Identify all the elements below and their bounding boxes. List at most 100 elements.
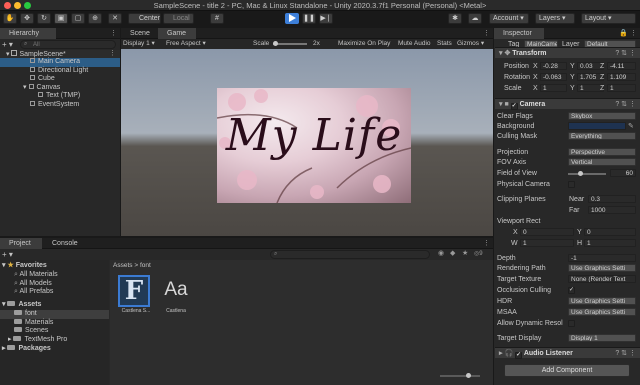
asset-tile[interactable]: F Castlena S...	[118, 275, 154, 315]
step-button[interactable]: ▶❘	[319, 13, 333, 24]
maximize-on-play-toggle[interactable]: Maximize On Play	[338, 39, 390, 49]
tab-console[interactable]: Console	[43, 238, 87, 249]
add-object-button[interactable]: + ▾	[2, 40, 13, 49]
filter-label-icon[interactable]: ◆	[450, 249, 455, 257]
custom-tool-icon[interactable]: ✕	[108, 13, 122, 24]
hdr-dropdown[interactable]: Use Graphics Setti	[568, 297, 636, 305]
aspect-dropdown[interactable]: Free Aspect ▾	[166, 39, 206, 49]
display-dropdown[interactable]: Display 1 ▾	[123, 39, 155, 49]
transform-z-input[interactable]: 1.109	[607, 73, 636, 81]
breadcrumb-root[interactable]: Assets	[113, 262, 133, 269]
tab-inspector[interactable]: Inspector	[494, 28, 544, 39]
hierarchy-item-canvas[interactable]: ▾ Canvas	[0, 83, 60, 93]
favorite-item[interactable]: ⌕ All Prefabs	[0, 288, 53, 297]
clear-flags-dropdown[interactable]: Skybox	[568, 112, 636, 120]
fov-slider[interactable]	[568, 171, 606, 176]
icon-size-slider-thumb[interactable]	[466, 373, 471, 378]
tab-scene[interactable]: Scene	[121, 28, 157, 39]
panel-menu-icon[interactable]: ⋮	[483, 29, 490, 37]
panel-menu-icon[interactable]: ⋮	[630, 29, 637, 37]
fov-axis-dropdown[interactable]: Vertical	[568, 158, 636, 166]
viewport-h-input[interactable]: 1	[584, 239, 636, 247]
create-asset-button[interactable]: + ▾	[2, 250, 13, 259]
transform-x-input[interactable]: -0.063	[540, 73, 567, 81]
eyedropper-icon[interactable]: ✎	[628, 122, 634, 130]
scale-slider-thumb[interactable]	[273, 41, 278, 46]
filter-type-icon[interactable]: ◉	[438, 249, 444, 257]
fov-input[interactable]: 60	[610, 169, 636, 177]
asset-tile[interactable]: Aa Castlena	[158, 275, 194, 315]
hierarchy-search-input[interactable]: ⌕ All	[20, 40, 116, 49]
collab-icon[interactable]: ✱	[448, 13, 462, 24]
target-display-dropdown[interactable]: Display 1	[568, 334, 636, 342]
occlusion-culling-checkbox[interactable]: ✓	[568, 287, 575, 294]
near-input[interactable]: 0.3	[588, 195, 636, 203]
gizmos-dropdown[interactable]: Gizmos ▾	[457, 39, 484, 49]
depth-input[interactable]: -1	[568, 254, 636, 262]
play-button[interactable]	[285, 13, 299, 24]
breadcrumb-leaf[interactable]: font	[140, 262, 151, 269]
folder-item-materials[interactable]: Materials	[0, 318, 53, 328]
mute-audio-toggle[interactable]: Mute Audio	[398, 39, 431, 49]
pause-button[interactable]: ❚❚	[302, 13, 316, 24]
component-menu-icon[interactable]: ? ⇅ ⋮	[615, 99, 636, 110]
grid-snap-icon[interactable]: #	[210, 13, 224, 24]
component-menu-icon[interactable]: ? ⇅ ⋮	[615, 348, 636, 359]
camera-header[interactable]: ▾ ■ ✓ Camera ? ⇅ ⋮	[495, 98, 640, 110]
scale-tool-icon[interactable]: ▣	[54, 13, 68, 24]
add-component-button[interactable]: Add Component	[504, 364, 630, 377]
physical-camera-checkbox[interactable]	[568, 181, 575, 188]
hierarchy-item-main-camera[interactable]: Main Camera	[0, 58, 120, 67]
favorite-item[interactable]: ⌕ All Materials	[0, 271, 58, 280]
culling-mask-dropdown[interactable]: Everything	[568, 132, 636, 140]
favorite-item[interactable]: ⌕ All Models	[0, 280, 52, 289]
target-texture-field[interactable]: None (Render Text	[568, 275, 636, 283]
packages-row[interactable]: ▸ Packages	[0, 345, 51, 354]
folder-item-textmesh-pro[interactable]: ▸ TextMesh Pro	[0, 335, 67, 345]
msaa-dropdown[interactable]: Use Graphics Setti	[568, 308, 636, 316]
hierarchy-item-cube[interactable]: Cube	[0, 75, 55, 84]
move-tool-icon[interactable]: ✥	[20, 13, 34, 24]
icon-size-slider[interactable]	[440, 373, 480, 378]
transform-z-input[interactable]: -4.11	[607, 62, 636, 70]
pivot-toggle-button[interactable]: Center	[128, 13, 161, 24]
component-menu-icon[interactable]: ? ⇅ ⋮	[615, 48, 636, 59]
background-color-swatch[interactable]	[568, 122, 626, 130]
tab-hierarchy[interactable]: Hierarchy	[0, 28, 56, 39]
rotate-tool-icon[interactable]: ↻	[37, 13, 51, 24]
lock-icon[interactable]: 🔒	[619, 29, 628, 37]
dynamic-resolution-checkbox[interactable]	[568, 320, 575, 327]
fov-slider-thumb[interactable]	[578, 171, 584, 176]
far-input[interactable]: 1000	[588, 206, 636, 214]
cloud-icon[interactable]: ☁	[468, 13, 482, 24]
space-toggle-button[interactable]: Local	[163, 13, 194, 24]
audio-listener-header[interactable]: ▸ 🎧 ✓ Audio Listener ? ⇅ ⋮	[495, 347, 640, 359]
transform-tool-icon[interactable]: ⊕	[88, 13, 102, 24]
transform-z-input[interactable]: 1	[607, 84, 636, 92]
viewport-y-input[interactable]: 0	[584, 228, 636, 236]
layout-dropdown[interactable]: Layout ▾	[581, 13, 636, 24]
favorites-row[interactable]: ▾ ★ Favorites	[0, 262, 47, 271]
viewport-w-input[interactable]: 1	[520, 239, 574, 247]
rect-tool-icon[interactable]: ▢	[71, 13, 85, 24]
panel-menu-icon[interactable]: ⋮	[483, 239, 490, 247]
scale-slider[interactable]	[273, 41, 307, 46]
project-search-input[interactable]: ⌕	[270, 250, 430, 259]
transform-x-input[interactable]: 1	[540, 84, 567, 92]
panel-menu-icon[interactable]: ⋮	[110, 29, 117, 37]
layers-dropdown[interactable]: Layers ▾	[535, 13, 575, 24]
stats-toggle[interactable]: Stats	[437, 39, 452, 49]
account-dropdown[interactable]: Account ▾	[489, 13, 529, 24]
folder-item-scenes[interactable]: Scenes	[0, 327, 48, 336]
audio-listener-checkbox[interactable]: ✓	[515, 352, 523, 359]
tab-project[interactable]: Project	[0, 238, 42, 249]
rendering-path-dropdown[interactable]: Use Graphics Setti	[568, 264, 636, 272]
transform-header[interactable]: ▾ ✥ Transform ? ⇅ ⋮	[495, 47, 640, 58]
projection-dropdown[interactable]: Perspective	[568, 148, 636, 156]
favorite-icon[interactable]: ★	[462, 249, 468, 257]
hand-tool-icon[interactable]: ✋	[3, 13, 17, 24]
tab-game[interactable]: Game	[158, 28, 196, 39]
assets-row[interactable]: ▾ Assets	[0, 301, 41, 310]
hierarchy-item-eventsystem[interactable]: EventSystem	[0, 100, 79, 110]
hierarchy-item-text-tmp[interactable]: Text (TMP)	[0, 92, 80, 101]
